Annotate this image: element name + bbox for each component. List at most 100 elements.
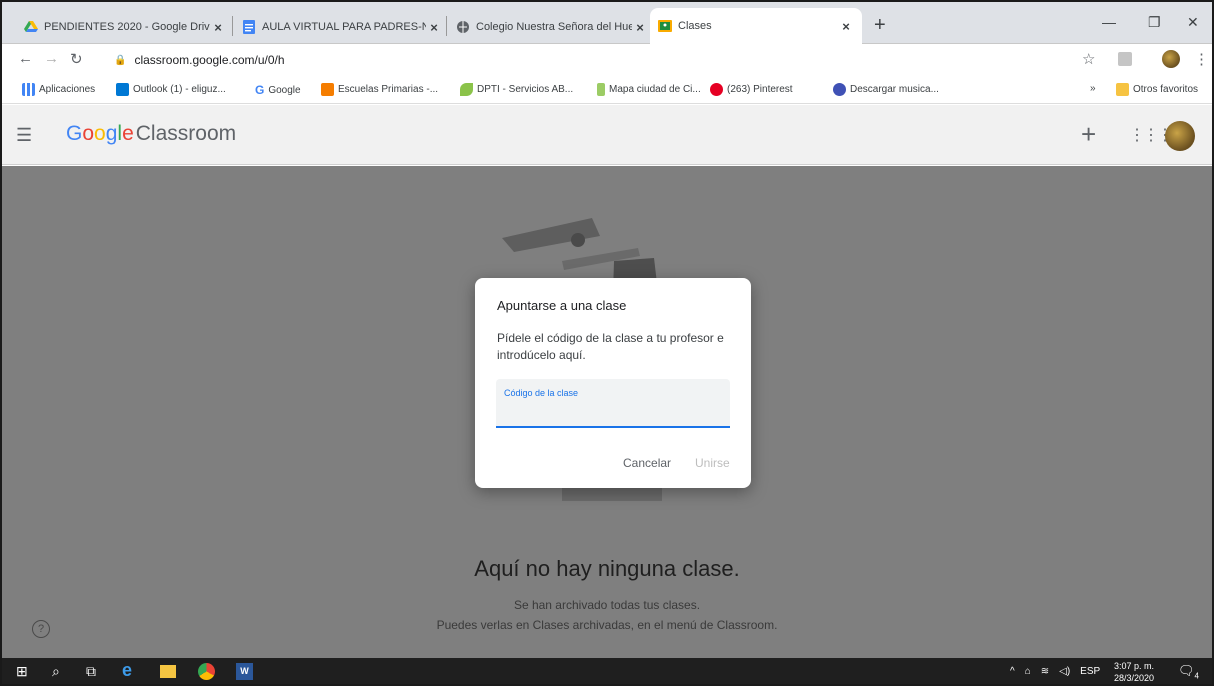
google-drive-icon <box>24 20 38 34</box>
restore-icon[interactable]: ❐ <box>1148 14 1161 31</box>
browser-tab-strip: PENDIENTES 2020 - Google Drive × AULA VI… <box>2 2 1212 44</box>
empty-state-title: Aquí no hay ninguna clase. <box>474 556 740 581</box>
bookmark-label: (263) Pinterest <box>727 84 793 95</box>
notification-count: 4 <box>1194 671 1199 681</box>
join-class-dialog: Apuntarse a una clase Pídele el código d… <box>475 278 751 488</box>
pinterest-icon <box>710 83 723 96</box>
windows-start-icon[interactable]: ⊞ <box>16 663 28 680</box>
bookmark-label: Descargar musica... <box>850 84 939 95</box>
tab-title: Clases <box>678 20 712 32</box>
clock-date: 28/3/2020 <box>1114 673 1155 683</box>
clock[interactable]: 3:07 p. m. 28/3/2020 <box>1114 660 1154 684</box>
close-icon[interactable]: × <box>632 20 648 35</box>
close-icon[interactable]: × <box>426 20 442 35</box>
dialog-title: Apuntarse a una clase <box>497 298 627 313</box>
speaker-icon[interactable]: ◁) <box>1059 666 1070 677</box>
reload-icon[interactable]: ↻ <box>70 50 83 68</box>
network-icon[interactable]: ⌂ <box>1025 666 1031 677</box>
google-icon: G <box>255 83 265 97</box>
account-avatar[interactable] <box>1165 121 1195 151</box>
new-tab-button[interactable]: + <box>874 14 886 37</box>
close-icon[interactable]: × <box>838 19 854 34</box>
notifications-icon[interactable]: 🗨4 <box>1178 663 1199 681</box>
apps-grid-icon <box>22 83 35 96</box>
bookmark-descargar[interactable]: Descargar musica... <box>833 83 939 96</box>
tab-separator <box>232 16 233 36</box>
bookmark-label: Escuelas Primarias -... <box>338 84 439 95</box>
leaf-icon <box>460 83 473 96</box>
bookmark-label: Mapa ciudad de Ci... <box>609 84 701 95</box>
bookmark-escuelas[interactable]: Escuelas Primarias -... <box>321 83 438 96</box>
window-close-icon[interactable]: ✕ <box>1187 14 1199 31</box>
task-view-icon[interactable]: ⧉ <box>86 663 96 680</box>
chevron-up-icon[interactable]: ^ <box>1010 666 1015 677</box>
empty-state-line-2: Puedes verlas en Clases archivadas, en e… <box>436 618 778 632</box>
help-icon[interactable]: ? <box>32 620 50 638</box>
chrome-icon[interactable] <box>198 663 215 680</box>
tab-clases[interactable]: Clases × <box>650 8 862 44</box>
classroom-header: ☰ GoogleClassroom + ⋮⋮⋮ <box>2 105 1212 165</box>
bookmark-aplicaciones[interactable]: Aplicaciones <box>22 83 95 96</box>
back-arrow-icon[interactable]: ← <box>18 50 33 67</box>
language-indicator[interactable]: ESP <box>1080 666 1100 677</box>
tab-aula-virtual[interactable]: AULA VIRTUAL PARA PADRES-NI × <box>234 10 442 44</box>
tab-separator <box>446 16 447 36</box>
logo-google: Google <box>66 122 134 145</box>
join-button[interactable]: Unirse <box>695 456 730 470</box>
tab-google-drive[interactable]: PENDIENTES 2020 - Google Drive × <box>16 10 226 44</box>
tab-title: PENDIENTES 2020 - Google Drive <box>44 21 210 33</box>
cancel-button[interactable]: Cancelar <box>623 456 671 470</box>
pdf-extension-icon[interactable] <box>1118 52 1132 66</box>
bookmark-label: Outlook (1) - eliguz... <box>133 84 226 95</box>
minimize-icon[interactable]: — <box>1102 14 1116 30</box>
music-icon <box>833 83 846 96</box>
class-code-input[interactable] <box>504 403 722 423</box>
folder-icon <box>1116 83 1129 96</box>
search-icon[interactable]: ⌕ <box>52 663 60 680</box>
dialog-description: Pídele el código de la clase a tu profes… <box>497 331 724 362</box>
class-code-label: Código de la clase <box>504 388 579 398</box>
bookmark-pinterest[interactable]: (263) Pinterest <box>710 83 793 96</box>
tab-title: Colegio Nuestra Señora del Huer <box>476 21 632 33</box>
blogger-icon <box>321 83 334 96</box>
map-pin-icon <box>597 83 605 96</box>
word-icon[interactable]: W <box>236 663 253 680</box>
class-code-field[interactable]: Código de la clase <box>496 379 730 428</box>
bookmark-outlook[interactable]: Outlook (1) - eliguz... <box>116 83 226 96</box>
bookmark-label: Otros favoritos <box>1133 84 1199 95</box>
bookmark-label: Aplicaciones <box>39 84 96 95</box>
classroom-icon <box>658 19 672 33</box>
clock-time: 3:07 p. m. <box>1114 661 1155 671</box>
more-bookmarks-button[interactable]: » <box>1090 83 1096 94</box>
profile-avatar[interactable] <box>1162 50 1180 68</box>
file-explorer-icon[interactable] <box>160 665 176 678</box>
bookmarks-bar: Aplicaciones Outlook (1) - eliguz... G G… <box>2 78 1212 104</box>
bookmark-google[interactable]: G Google <box>255 83 301 97</box>
main-menu-icon[interactable]: ☰ <box>16 125 32 146</box>
star-icon[interactable]: ☆ <box>1082 50 1095 68</box>
outlook-icon <box>116 83 129 96</box>
google-docs-icon <box>242 20 256 34</box>
forward-arrow-icon[interactable]: → <box>44 50 59 67</box>
logo-product: Classroom <box>135 122 237 145</box>
menu-dots-icon[interactable]: ⋮ <box>1194 50 1209 68</box>
system-tray: ^ ⌂ ≋ ◁) ESP <box>1010 666 1100 677</box>
add-class-icon[interactable]: + <box>1081 119 1096 150</box>
address-bar[interactable]: 🔒 classroom.google.com/u/0/h <box>114 48 285 72</box>
bookmark-mapa[interactable]: Mapa ciudad de Ci... <box>597 83 701 96</box>
other-favorites-folder[interactable]: Otros favoritos <box>1116 83 1198 96</box>
wifi-icon[interactable]: ≋ <box>1041 666 1049 677</box>
edge-icon[interactable]: e <box>122 660 132 681</box>
bookmark-label: DPTI - Servicios AB... <box>477 84 574 95</box>
lock-icon: 🔒 <box>114 54 127 66</box>
close-icon[interactable]: × <box>210 20 226 35</box>
bookmark-label: Google <box>268 84 301 96</box>
tab-title: AULA VIRTUAL PARA PADRES-NI <box>262 21 426 33</box>
empty-state-line-1: Se han archivado todas tus clases. <box>513 598 701 612</box>
google-classroom-logo[interactable]: GoogleClassroom <box>66 122 236 146</box>
tab-colegio[interactable]: Colegio Nuestra Señora del Huer × <box>448 10 648 44</box>
url-text: classroom.google.com/u/0/h <box>134 53 285 67</box>
globe-icon <box>456 20 470 34</box>
windows-taskbar: ⊞ ⌕ ⧉ e W ^ ⌂ ≋ ◁) ESP 3:07 p. m. 28/3/2… <box>2 658 1212 684</box>
bookmark-dpti[interactable]: DPTI - Servicios AB... <box>460 83 573 96</box>
